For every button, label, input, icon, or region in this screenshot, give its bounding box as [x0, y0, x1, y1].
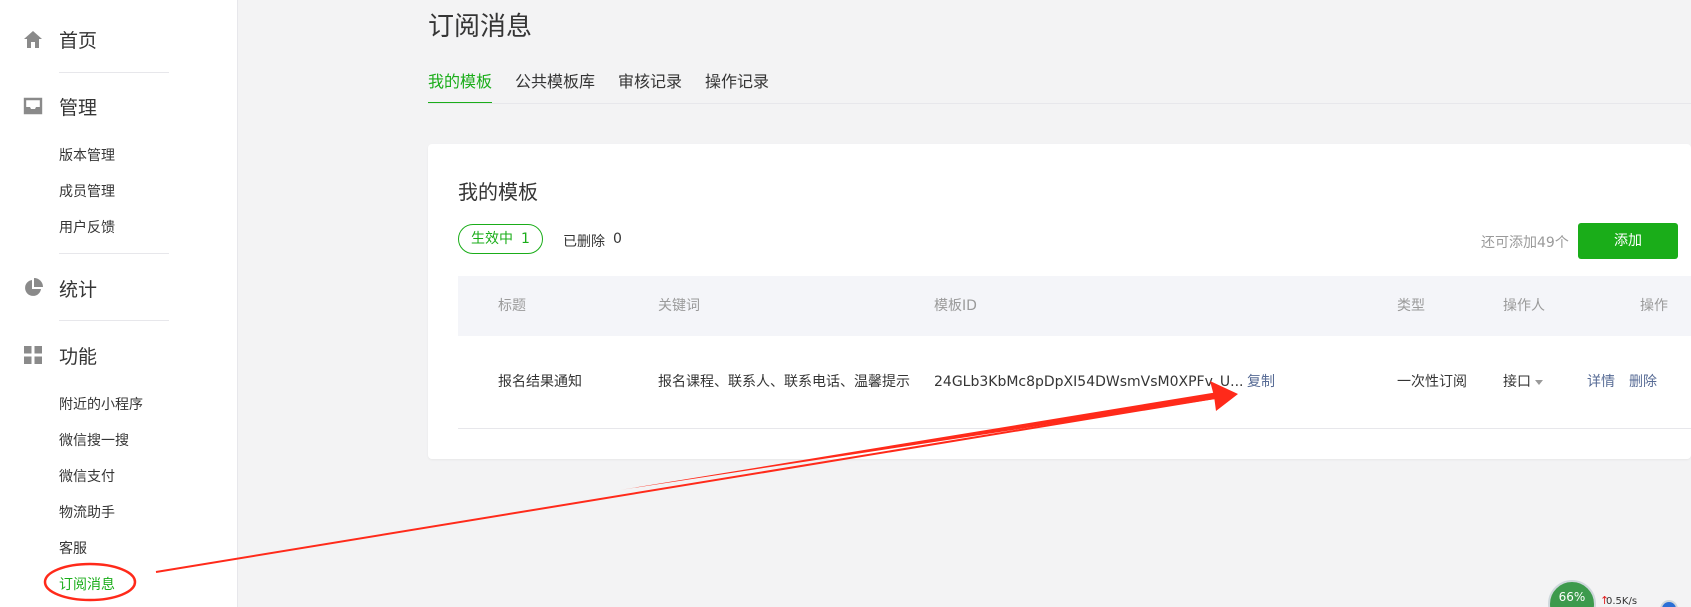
filter-active[interactable]: 生效中 1	[458, 224, 543, 254]
nav-wechat-search[interactable]: 微信搜一搜	[59, 432, 129, 450]
nav-features[interactable]: 功能	[22, 340, 97, 370]
tab-operation-records[interactable]: 操作记录	[705, 68, 769, 104]
delete-link[interactable]: 删除	[1629, 373, 1657, 391]
th-template-id: 模板ID	[934, 298, 977, 314]
nav-home-label: 首页	[59, 29, 98, 52]
nav-manage[interactable]: 管理	[22, 91, 97, 121]
nav-stats-label: 统计	[59, 278, 98, 301]
row-divider	[458, 428, 1691, 429]
nav-subscribe-message[interactable]: 订阅消息	[59, 576, 115, 594]
page-title: 订阅消息	[428, 12, 533, 42]
operator-dropdown[interactable]: 接口	[1503, 373, 1543, 391]
filter-deleted-count: 0	[613, 231, 622, 247]
inbox-icon	[22, 95, 44, 117]
home-icon	[22, 28, 44, 50]
copy-link[interactable]: 复制	[1247, 373, 1275, 391]
cell-type: 一次性订阅	[1397, 374, 1467, 390]
th-actions: 操作	[1640, 298, 1668, 314]
nav-user-feedback[interactable]: 用户反馈	[59, 219, 115, 237]
caret-down-icon	[1535, 379, 1543, 385]
nav-version-manage[interactable]: 版本管理	[59, 147, 115, 165]
nav-stats[interactable]: 统计	[22, 273, 97, 303]
detail-link[interactable]: 详情	[1587, 373, 1615, 391]
grid-icon	[22, 344, 44, 366]
tab-public-library[interactable]: 公共模板库	[515, 68, 595, 104]
filter-deleted[interactable]: 已删除 0	[563, 231, 622, 251]
th-type: 类型	[1397, 298, 1425, 314]
templates-card: 我的模板 生效中 1 已删除 0 还可添加49个 添加 标题 关键词 模板ID …	[428, 144, 1691, 459]
card-title: 我的模板	[458, 180, 538, 204]
cell-keywords: 报名课程、联系人、联系电话、温馨提示	[658, 374, 910, 390]
add-button[interactable]: 添加	[1578, 223, 1678, 259]
nav-customer-service[interactable]: 客服	[59, 540, 87, 558]
filter-deleted-label: 已删除	[563, 234, 605, 250]
nav-member-manage[interactable]: 成员管理	[59, 183, 115, 201]
cell-template-id: 24GLb3KbMc8pDpXI54DWsmVsM0XPFv_U...	[934, 374, 1244, 390]
network-speed-widget[interactable]: 66% ↑ 0.5K/s	[1548, 580, 1688, 607]
divider	[59, 253, 169, 254]
tab-review-records[interactable]: 审核记录	[618, 68, 682, 104]
tab-divider	[428, 103, 1691, 104]
operator-value: 接口	[1503, 374, 1531, 390]
nav-wechat-pay[interactable]: 微信支付	[59, 468, 115, 486]
network-speed: 0.5K/s	[1606, 596, 1638, 607]
th-keywords: 关键词	[658, 298, 700, 314]
th-operator: 操作人	[1503, 298, 1545, 314]
cell-title: 报名结果通知	[498, 374, 582, 390]
sidebar: 首页 管理 版本管理 成员管理 用户反馈 统计 功能 附近的小程序 微信搜一搜 …	[0, 0, 238, 607]
nav-features-label: 功能	[59, 345, 98, 368]
filter-active-count: 1	[521, 231, 530, 247]
tab-my-templates[interactable]: 我的模板	[428, 68, 493, 104]
nav-manage-label: 管理	[59, 96, 98, 119]
nav-nearby-miniprogram[interactable]: 附近的小程序	[59, 396, 143, 414]
table-header: 标题 关键词 模板ID 类型 操作人 操作	[458, 276, 1691, 336]
status-dot-icon	[1660, 600, 1678, 607]
filter-active-label: 生效中	[471, 231, 513, 247]
divider	[59, 320, 169, 321]
divider	[59, 72, 169, 73]
th-title: 标题	[498, 298, 526, 314]
network-ball: 66%	[1548, 580, 1596, 607]
remaining-quota: 还可添加49个	[1481, 235, 1569, 251]
tab-bar: 我的模板 公共模板库 审核记录 操作记录	[428, 68, 792, 104]
pie-chart-icon	[22, 277, 44, 299]
nav-home[interactable]: 首页	[22, 24, 97, 54]
nav-logistics-assistant[interactable]: 物流助手	[59, 504, 115, 522]
